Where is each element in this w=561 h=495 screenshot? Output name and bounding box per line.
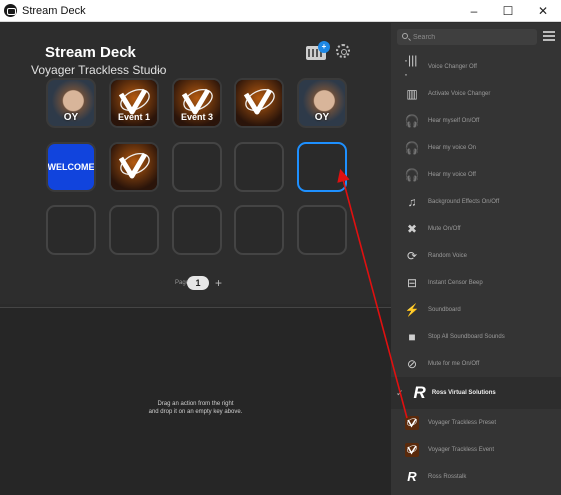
drop-hint-line-2: and drop it on an empty key above. (148, 409, 243, 415)
drop-hint: Drag an action from the right and drop i… (0, 400, 391, 416)
stop-icon: ■ (408, 329, 416, 344)
search-box[interactable] (397, 29, 537, 45)
action-label: Voyager Trackless Preset (428, 419, 497, 426)
key-label: OY (63, 112, 79, 123)
voyager-logo-icon (236, 80, 282, 126)
group-chevron-icon: ✓ (396, 387, 404, 398)
action-label: Instant Censor Beep (428, 279, 483, 286)
group-label: Ross Virtual Solutions (431, 390, 496, 396)
action-label: Stop All Soundboard Sounds (428, 333, 505, 340)
maximize-button[interactable]: ☐ (492, 0, 524, 22)
stream-deck-app-icon (4, 4, 17, 17)
gear-icon[interactable] (336, 44, 350, 58)
action-item[interactable]: ⊟ Instant Censor Beep (391, 269, 561, 296)
action-label: Soundboard (428, 306, 461, 313)
key-canvas: Stream Deck ⌄ Voyager Trackless Studio ⌄… (0, 23, 391, 304)
window-titlebar: Stream Deck – ☐ ✕ (0, 0, 561, 22)
close-button[interactable]: ✕ (527, 0, 559, 22)
window-title: Stream Deck (22, 4, 86, 17)
action-label: Mute for me On/Off (428, 360, 480, 367)
page-1-button[interactable]: 1 (187, 276, 209, 290)
key-label: OY (314, 112, 330, 123)
action-item[interactable]: ⚡ Soundboard (391, 296, 561, 323)
action-label: Mute On/Off (428, 225, 461, 232)
action-label: Ross Rosstalk (428, 473, 467, 480)
voyager-logo-key[interactable]: Event 3 (172, 78, 222, 128)
device-title[interactable]: Stream Deck (45, 44, 136, 61)
action-label: Activate Voice Changer (428, 90, 491, 97)
device-chevron-down-icon[interactable]: ⌄ (124, 45, 133, 58)
action-item[interactable]: R Ross Rosstalk (391, 463, 561, 490)
actions-sidebar: ·|||· Voice Changer Off ▥ Activate Voice Ch… (391, 23, 561, 495)
search-input[interactable] (413, 29, 533, 45)
profile-selector[interactable]: Voyager Trackless Studio (31, 63, 166, 77)
action-item[interactable]: ▥ Activate Voice Changer (391, 80, 561, 107)
key-label: WELCOME (47, 162, 95, 172)
action-label: Hear my voice Off (428, 171, 476, 178)
action-item[interactable]: Voyager Trackless Event (391, 436, 561, 463)
empty-key[interactable] (234, 142, 284, 192)
empty-key[interactable] (46, 205, 96, 255)
headphones-on-icon: 🎧 (404, 140, 420, 155)
action-label: Background Effects On/Off (428, 198, 500, 205)
voyager-event-icon (404, 442, 420, 458)
stream-deck-app: Stream Deck – ☐ ✕ Stream Deck ⌄ Voyager … (0, 0, 561, 495)
headphones-off-icon: 🎧 (404, 167, 420, 182)
activate-voice-changer-icon: ▥ (406, 86, 418, 101)
mute-for-me-icon: ⊘ (406, 356, 418, 371)
list-view-icon[interactable] (543, 31, 555, 41)
empty-key[interactable] (172, 142, 222, 192)
voyager-preset-icon (404, 415, 420, 431)
action-item[interactable]: Voyager Trackless Preset (391, 409, 561, 436)
empty-key[interactable] (172, 205, 222, 255)
selected-empty-key[interactable] (297, 142, 347, 192)
empty-key[interactable] (297, 205, 347, 255)
action-item[interactable]: ■ Stop All Soundboard Sounds (391, 323, 561, 350)
ross-rosstalk-icon: R (407, 469, 417, 484)
action-item[interactable]: ♫ Background Effects On/Off (391, 188, 561, 215)
action-item[interactable]: 🎧 Hear my voice On (391, 134, 561, 161)
action-item[interactable]: ·|||· Voice Changer Off (391, 52, 561, 81)
action-label: Voice Changer Off (428, 63, 477, 70)
voyager-logo-key[interactable] (109, 142, 159, 192)
action-item[interactable]: ⟳ Random Voice (391, 242, 561, 269)
action-item[interactable]: 🎧 Hear myself On/Off (391, 107, 561, 134)
action-item[interactable]: ⊘ Mute for me On/Off (391, 350, 561, 377)
deck-editor: Stream Deck ⌄ Voyager Trackless Studio ⌄… (0, 23, 391, 495)
empty-key[interactable] (109, 205, 159, 255)
minimize-button[interactable]: – (458, 0, 490, 22)
key-label: Event 3 (180, 112, 213, 122)
mute-icon: ✖ (406, 221, 418, 236)
voyager-logo-key[interactable]: Event 1 (109, 78, 159, 128)
empty-key[interactable] (234, 205, 284, 255)
key-label: Event 1 (117, 112, 150, 122)
profile-chevron-down-icon[interactable]: ⌄ (155, 64, 163, 75)
headphones-icon: 🎧 (404, 113, 420, 128)
group-ross-virtual-solutions[interactable]: ✓ R Ross Virtual Solutions (391, 377, 561, 409)
voice-changer-off-icon: ·|||· (404, 52, 418, 81)
photo-key[interactable]: OY (297, 78, 347, 128)
action-label: Voyager Trackless Event (428, 446, 495, 453)
random-voice-icon: ⟳ (406, 248, 418, 263)
soundboard-icon: ⚡ (404, 302, 420, 317)
music-note-icon: ♫ (407, 194, 417, 209)
add-page-button[interactable]: + (215, 276, 222, 290)
action-item[interactable]: 🎧 Hear my voice Off (391, 161, 561, 188)
action-label: Hear myself On/Off (428, 117, 480, 124)
ross-logo-icon: R (413, 383, 426, 402)
store-badge: + (318, 41, 330, 53)
action-label: Random Voice (428, 252, 468, 259)
search-icon (402, 33, 408, 39)
welcome-key[interactable]: WELCOME (46, 142, 96, 192)
action-item[interactable]: ✖ Mute On/Off (391, 215, 561, 242)
action-label: Hear my voice On (428, 144, 477, 151)
drop-hint-line-1: Drag an action from the right (157, 401, 234, 407)
censor-beep-icon: ⊟ (406, 275, 418, 290)
voyager-logo-key[interactable] (234, 78, 284, 128)
voyager-logo-icon (111, 144, 157, 190)
photo-key[interactable]: OY (46, 78, 96, 128)
action-list: ·|||· Voice Changer Off ▥ Activate Voice Ch… (391, 53, 561, 490)
